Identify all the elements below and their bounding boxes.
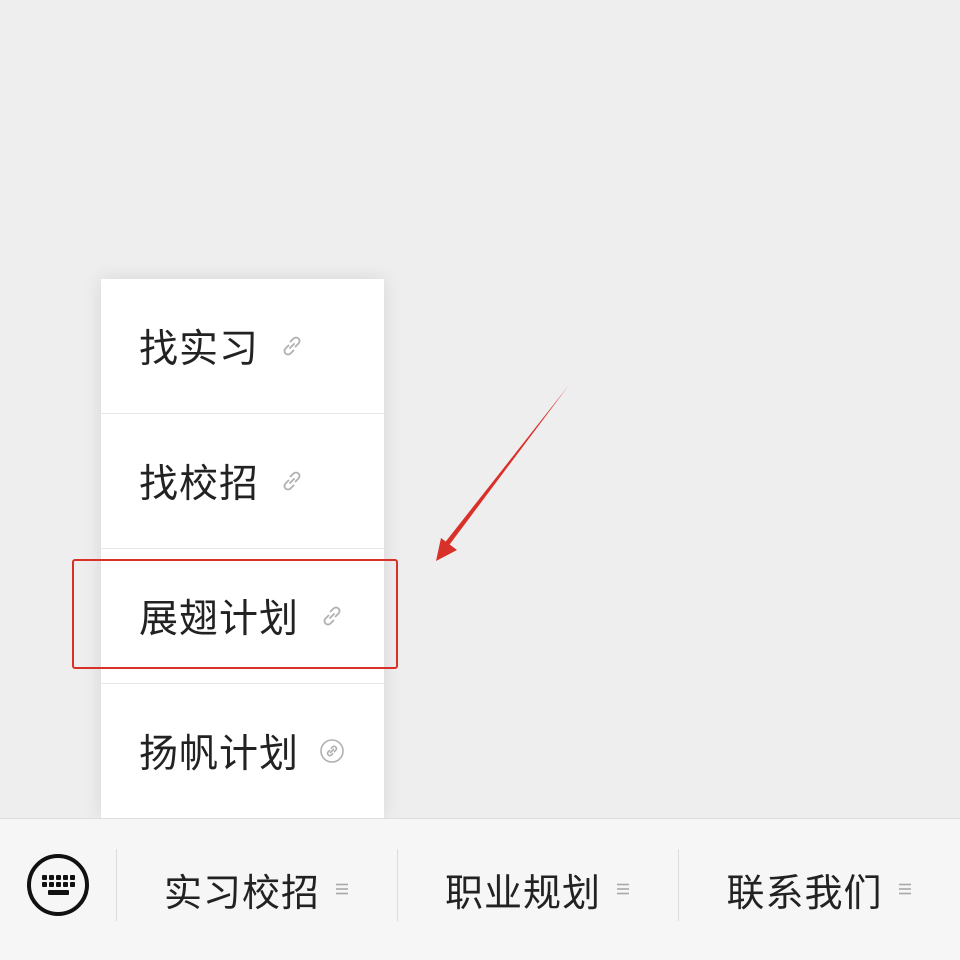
menu-tab-label: 联系我们	[726, 870, 883, 915]
submenu-item-yangfan-plan[interactable]: 扬帆计划	[101, 684, 384, 818]
submenu-item-label: 扬帆计划	[139, 732, 300, 777]
menu-lines-icon	[897, 881, 913, 897]
menu-lines-icon	[615, 881, 631, 897]
keyboard-icon	[27, 854, 89, 916]
submenu-item-find-campus-recruitment[interactable]: 找校招	[101, 414, 384, 548]
link-icon	[279, 468, 305, 494]
link-icon	[279, 333, 305, 359]
keyboard-toggle-button[interactable]	[26, 853, 90, 917]
link-icon	[319, 603, 345, 629]
submenu-item-label: 找校招	[139, 462, 260, 507]
menu-tab-label: 职业规划	[444, 870, 601, 915]
mini-program-icon	[319, 738, 345, 764]
chat-screen: 找实习 找校招 展翅计划 扬帆计划 实习校招 职业规划 联系我们	[0, 0, 960, 960]
submenu-item-label: 展翅计划	[139, 597, 300, 642]
menu-tab-label: 实习校招	[163, 870, 320, 915]
menu-lines-icon	[334, 881, 350, 897]
menu-tab-contact-us[interactable]: 联系我们	[679, 819, 960, 959]
submenu-item-zhanchi-plan[interactable]: 展翅计划	[101, 549, 384, 683]
submenu-item-find-internship[interactable]: 找实习	[101, 279, 384, 413]
submenu-popup: 找实习 找校招 展翅计划 扬帆计划	[101, 279, 384, 818]
menu-tab-internship-campus[interactable]: 实习校招	[117, 819, 397, 959]
bottom-menu-bar: 实习校招 职业规划 联系我们	[0, 818, 960, 960]
menu-tab-career-planning[interactable]: 职业规划	[398, 819, 678, 959]
submenu-item-label: 找实习	[139, 327, 260, 372]
